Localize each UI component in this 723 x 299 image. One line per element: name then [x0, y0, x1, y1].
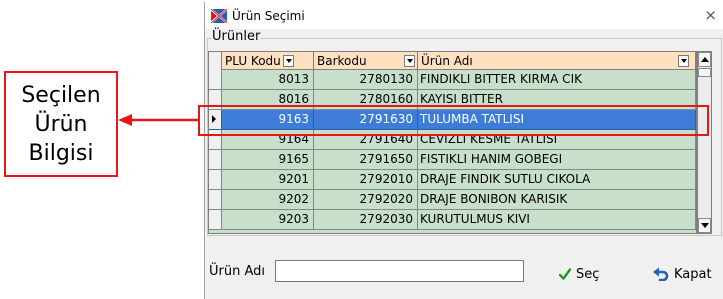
row-indicator: [209, 170, 222, 190]
select-button-label: Seç: [576, 266, 600, 282]
annotation-callout: Seçilen Ürün Bilgisi: [4, 71, 118, 177]
cell-barkodu: 2791640: [314, 130, 418, 150]
undo-arrow-icon: [653, 267, 669, 281]
annotation-line-1: Seçilen: [21, 82, 101, 108]
checkmark-icon: [559, 268, 571, 280]
annotation-line-2: Ürün: [34, 111, 88, 137]
cell-barkodu: 2780130: [314, 70, 418, 90]
cell-urun-adi: TULUMBA TATLISI: [418, 110, 696, 130]
window-title: Ürün Seçimi: [232, 8, 305, 23]
close-icon[interactable]: ×: [704, 6, 717, 24]
cell-barkodu: 2791630: [314, 110, 418, 130]
cell-urun-adi: KURUTULMUS KIVI: [418, 210, 696, 230]
cell-urun-adi: FINDIKLI BITTER KIRMA CIK: [418, 70, 696, 90]
cell-plu-kodu: 9201: [222, 170, 314, 190]
column-header-urun-adi[interactable]: Ürün Adı: [418, 52, 696, 70]
scroll-up-icon[interactable]: [698, 52, 711, 67]
column-header-urun-adi-label: Ürün Adı: [421, 53, 473, 68]
cell-barkodu: 2792030: [314, 210, 418, 230]
cell-barkodu: 2780160: [314, 90, 418, 110]
row-indicator: [209, 150, 222, 170]
select-button[interactable]: Seç: [559, 262, 599, 286]
row-indicator: [209, 190, 222, 210]
cell-plu-kodu: 8016: [222, 90, 314, 110]
cell-plu-kodu: 9203: [222, 210, 314, 230]
cell-urun-adi: DRAJE FINDIK SUTLU CIKOLA: [418, 170, 696, 190]
product-name-input[interactable]: [275, 260, 524, 282]
cell-plu-kodu: 9163: [222, 110, 314, 130]
products-group-label: Ürünler: [211, 29, 262, 44]
row-indicator: [209, 90, 222, 110]
annotation-line-3: Bilgisi: [28, 140, 94, 166]
cell-barkodu: 2792020: [314, 190, 418, 210]
column-header-barkod[interactable]: Barkodu: [314, 52, 418, 70]
chevron-down-icon[interactable]: [404, 55, 415, 67]
chevron-down-icon[interactable]: [678, 55, 689, 67]
row-indicator: [209, 70, 222, 90]
column-header-plu[interactable]: PLU Kodu: [222, 52, 314, 70]
row-indicator: [209, 110, 222, 130]
column-header-barkod-label: Barkodu: [317, 53, 367, 68]
vertical-scrollbar[interactable]: [697, 51, 712, 234]
row-indicator: [209, 130, 222, 150]
cell-plu-kodu: 9164: [222, 130, 314, 150]
chevron-down-icon[interactable]: [282, 55, 294, 67]
scroll-thumb[interactable]: [698, 68, 711, 77]
title-bar: Ürün Seçimi ×: [205, 2, 723, 29]
product-grid[interactable]: PLU Kodu Barkodu Ürün Adı 8013 2780130 FIN…: [208, 51, 697, 234]
cell-urun-adi: DRAJE BONIBON KARISIK: [418, 190, 696, 210]
cell-barkodu: 2792010: [314, 170, 418, 190]
row-indicator: [209, 210, 222, 230]
close-button[interactable]: Kapat: [653, 262, 712, 286]
cell-plu-kodu: 9202: [222, 190, 314, 210]
grid-header: PLU Kodu Barkodu Ürün Adı: [209, 52, 696, 70]
close-button-label: Kapat: [674, 266, 712, 282]
cell-plu-kodu: 8013: [222, 70, 314, 90]
cell-barkodu: 2791650: [314, 150, 418, 170]
column-header-plu-label: PLU Kodu: [225, 53, 281, 68]
product-selection-dialog: Ürün Seçimi × Ürünler PLU Kodu Barkodu Ü…: [204, 2, 723, 299]
cell-urun-adi: CEVIZLI KESME TATLISI: [418, 130, 696, 150]
scroll-down-icon[interactable]: [698, 218, 711, 233]
header-indicator-cell: [209, 52, 222, 70]
current-row-icon: [212, 115, 216, 123]
cell-plu-kodu: 9165: [222, 150, 314, 170]
annotation-arrow-icon: [118, 114, 198, 126]
product-name-label: Ürün Adı: [209, 264, 265, 279]
flag-app-icon: [211, 7, 227, 24]
cell-urun-adi: FISTIKLI HANIM GOBEGI: [418, 150, 696, 170]
cell-urun-adi: KAYISI BITTER: [418, 90, 696, 110]
